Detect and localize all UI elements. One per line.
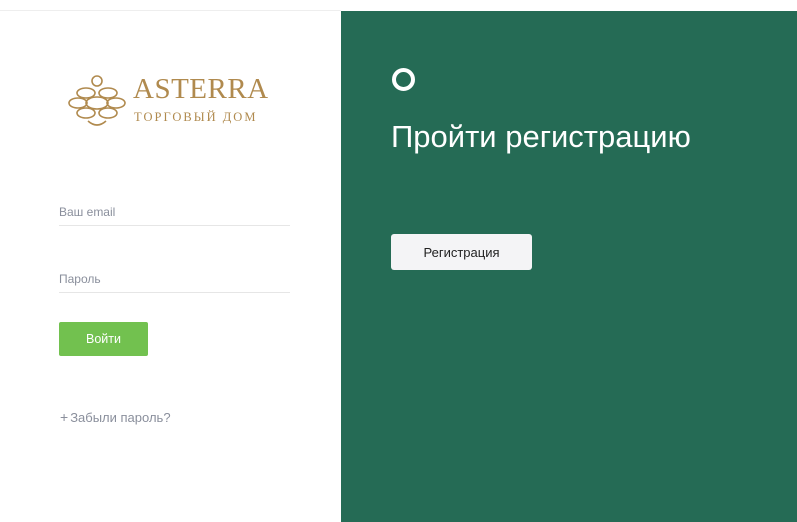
- ornament-knot-icon: [68, 75, 126, 126]
- forgot-password-label: Забыли пароль?: [70, 410, 171, 425]
- password-field[interactable]: [59, 266, 290, 293]
- plus-icon: +: [60, 409, 69, 425]
- logo-title: ASTERRA: [133, 73, 269, 105]
- page: ASTERRA ТОРГОВЫЙ ДОМ Войти +Забыли парол…: [0, 0, 797, 522]
- circle-icon: [392, 68, 415, 91]
- register-panel: Пройти регистрацию Регистрация: [341, 11, 797, 522]
- login-button[interactable]: Войти: [59, 322, 148, 356]
- forgot-password-link[interactable]: + Забыли пароль?: [60, 409, 171, 425]
- register-heading: Пройти регистрацию: [391, 119, 691, 154]
- email-field[interactable]: [59, 199, 290, 226]
- logo: ASTERRA ТОРГОВЫЙ ДОМ: [66, 71, 286, 131]
- login-panel: ASTERRA ТОРГОВЫЙ ДОМ Войти +Забыли парол…: [0, 11, 341, 522]
- register-button[interactable]: Регистрация: [391, 234, 532, 270]
- logo-subtitle: ТОРГОВЫЙ ДОМ: [134, 110, 258, 124]
